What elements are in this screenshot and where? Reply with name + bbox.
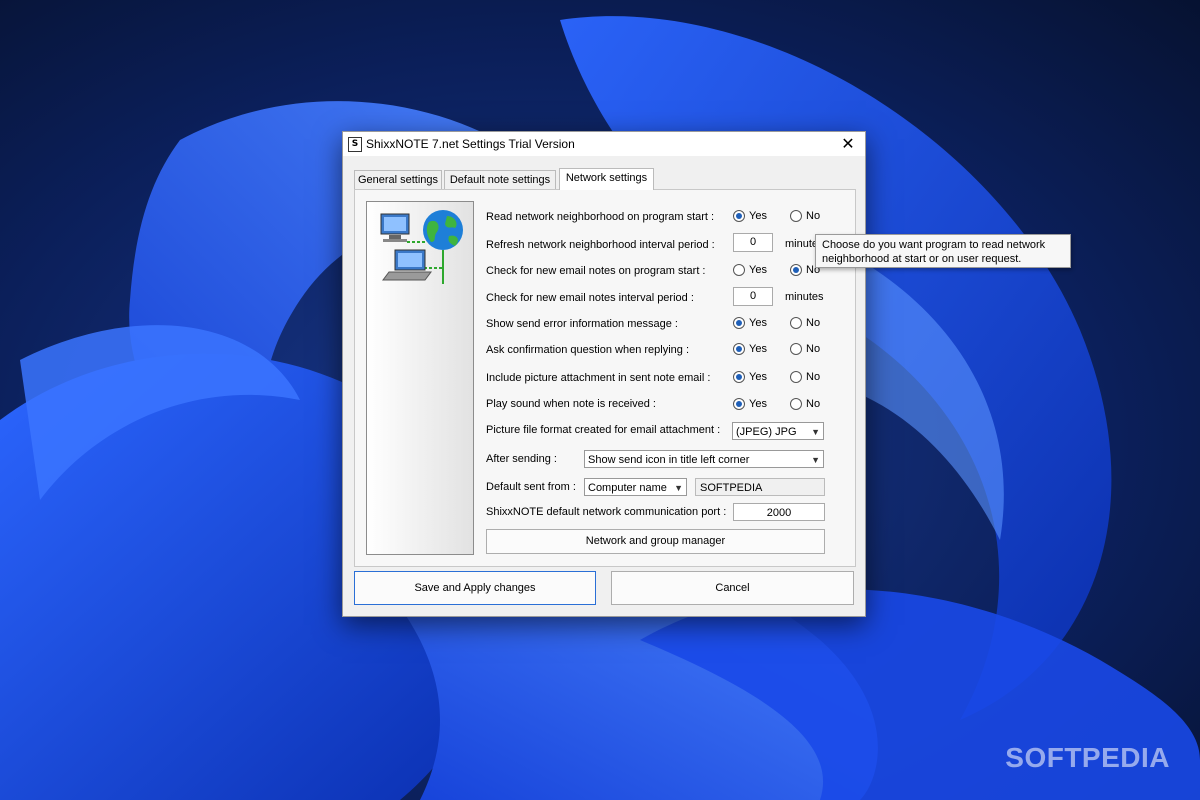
chevron-down-icon: ▼ [811,455,820,465]
tab-default-note-settings[interactable]: Default note settings [444,170,556,190]
softpedia-watermark: SOFTPEDIA [1005,742,1170,773]
after-sending-select[interactable]: Show send icon in title left corner ▼ [584,450,824,468]
radio-no-label: No [806,343,821,355]
radio-yes-label: Yes [749,398,767,410]
radio-selected-icon [733,398,745,410]
title-bar[interactable]: S ShixxNOTE 7.net Settings Trial Version… [343,132,865,156]
ask-confirm-label: Ask confirmation question when replying … [486,344,689,356]
after-sending-label: After sending : [486,453,557,465]
radio-selected-icon [733,343,745,355]
chevron-down-icon: ▼ [811,427,820,437]
radio-yes-label: Yes [749,210,767,222]
radio-no-label: No [806,371,821,383]
read-neighborhood-yes-radio[interactable]: Yes [733,210,767,222]
refresh-interval-unit: minute [785,238,819,250]
default-sent-from-value: Computer name [588,482,667,494]
include-picture-label: Include picture attachment in sent note … [486,372,711,384]
play-sound-label: Play sound when note is received : [486,398,656,410]
window-title: ShixxNOTE 7.net Settings Trial Version [366,137,575,151]
app-icon: S [348,137,362,152]
radio-selected-icon [790,264,802,276]
check-email-yes-radio[interactable]: Yes [733,264,767,276]
include-picture-yes-radio[interactable]: Yes [733,371,767,383]
check-email-interval-input[interactable]: 0 [733,287,773,306]
radio-yes-label: Yes [749,343,767,355]
radio-yes-label: Yes [749,371,767,383]
radio-unselected-icon [733,264,745,276]
sender-name-field: SOFTPEDIA [695,478,825,496]
radio-no-label: No [806,398,821,410]
settings-dialog: S ShixxNOTE 7.net Settings Trial Version… [342,131,866,617]
radio-selected-icon [733,317,745,329]
cancel-button[interactable]: Cancel [611,571,854,605]
radio-unselected-icon [790,317,802,329]
check-email-interval-label: Check for new email notes interval perio… [486,292,694,304]
save-apply-button[interactable]: Save and Apply changes [354,571,596,605]
picture-format-value: (JPEG) JPG [736,426,797,438]
include-picture-no-radio[interactable]: No [790,371,820,383]
network-group-manager-button[interactable]: Network and group manager [486,529,825,554]
radio-unselected-icon [790,398,802,410]
read-neighborhood-label: Read network neighborhood on program sta… [486,211,715,223]
radio-selected-icon [733,210,745,222]
ask-confirm-no-radio[interactable]: No [790,343,820,355]
send-error-yes-radio[interactable]: Yes [733,317,767,329]
read-neighborhood-no-radio[interactable]: No [790,210,820,222]
check-email-interval-unit: minutes [785,291,824,303]
radio-unselected-icon [790,343,802,355]
radio-unselected-icon [790,210,802,222]
default-sent-from-label: Default sent from : [486,481,576,493]
radio-yes-label: Yes [749,317,767,329]
send-error-label: Show send error information message : [486,318,678,330]
radio-yes-label: Yes [749,264,767,276]
tab-network-settings[interactable]: Network settings [559,168,654,190]
radio-unselected-icon [790,371,802,383]
tooltip-line-1: Choose do you want program to read netwo… [822,239,1046,251]
close-icon[interactable]: ✕ [831,132,865,156]
network-settings-panel: Read network neighborhood on program sta… [354,189,856,567]
network-illustration [366,201,474,555]
tooltip: Choose do you want program to read netwo… [815,234,1071,268]
tooltip-line-2: neighborhood at start or on user request… [822,253,1022,265]
chevron-down-icon: ▼ [674,483,683,493]
radio-no-label: No [806,317,821,329]
radio-selected-icon [733,371,745,383]
picture-format-label: Picture file format created for email at… [486,424,721,436]
check-email-label: Check for new email notes on program sta… [486,265,706,277]
default-sent-from-select[interactable]: Computer name ▼ [584,478,687,496]
port-input[interactable]: 2000 [733,503,825,521]
picture-format-select[interactable]: (JPEG) JPG ▼ [732,422,824,440]
after-sending-value: Show send icon in title left corner [588,454,750,466]
ask-confirm-yes-radio[interactable]: Yes [733,343,767,355]
refresh-interval-input[interactable]: 0 [733,233,773,252]
send-error-no-radio[interactable]: No [790,317,820,329]
network-computers-icon [380,210,463,284]
radio-no-label: No [806,210,821,222]
refresh-interval-label: Refresh network neighborhood interval pe… [486,239,715,251]
play-sound-no-radio[interactable]: No [790,398,820,410]
port-label: ShixxNOTE default network communication … [486,506,727,518]
tab-general-settings[interactable]: General settings [354,170,442,190]
play-sound-yes-radio[interactable]: Yes [733,398,767,410]
